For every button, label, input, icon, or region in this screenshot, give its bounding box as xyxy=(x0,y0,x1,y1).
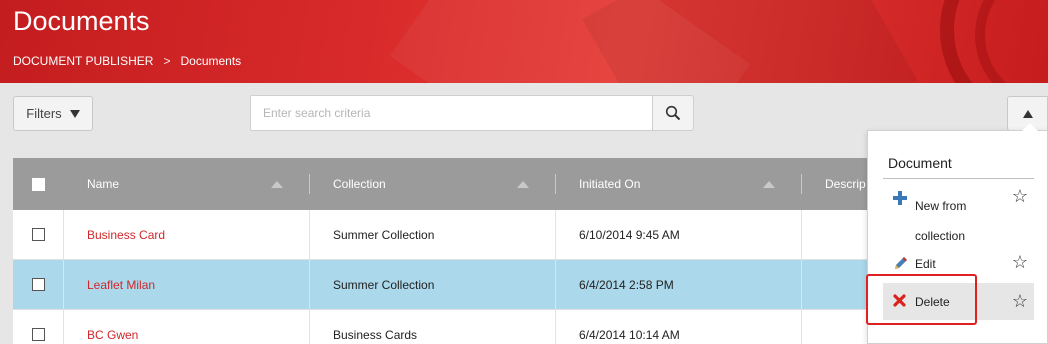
menu-item-delete[interactable]: Delete ☆ xyxy=(883,283,1034,320)
column-header-name[interactable]: Name xyxy=(64,158,310,210)
filters-button[interactable]: Filters xyxy=(13,96,93,131)
menu-caret xyxy=(1022,123,1038,131)
column-header-initiated-on[interactable]: Initiated On xyxy=(556,158,802,210)
select-all-checkbox[interactable] xyxy=(32,177,45,191)
breadcrumb-item-document-publisher[interactable]: DOCUMENT PUBLISHER xyxy=(13,54,153,68)
collection-cell: Summer Collection xyxy=(310,260,556,309)
star-icon[interactable]: ☆ xyxy=(1012,252,1028,272)
pencil-icon xyxy=(895,257,907,269)
x-icon xyxy=(893,294,906,307)
search-button[interactable] xyxy=(652,95,694,131)
sort-ascending-icon[interactable] xyxy=(763,181,775,188)
plus-icon xyxy=(893,191,907,205)
row-checkbox-cell xyxy=(13,260,64,309)
row-checkbox-cell xyxy=(13,210,64,259)
row-checkbox-cell xyxy=(13,310,64,344)
header-decoration xyxy=(582,0,918,83)
select-all-cell xyxy=(13,158,64,210)
menu-title: Document xyxy=(888,155,952,171)
header-swirl-decoration xyxy=(975,0,1048,83)
dropdown-arrow-icon xyxy=(69,109,80,118)
column-header-label: Initiated On xyxy=(579,177,641,191)
document-name-link[interactable]: Business Card xyxy=(64,210,310,259)
document-actions-menu: Document New from collection ☆ Edit ☆ De… xyxy=(867,123,1048,344)
document-name-link[interactable]: Leaflet Milan xyxy=(64,260,310,309)
sort-ascending-icon[interactable] xyxy=(271,181,283,188)
initiated-on-cell: 6/10/2014 9:45 AM xyxy=(556,210,802,259)
column-header-collection[interactable]: Collection xyxy=(310,158,556,210)
menu-item-label: New from collection xyxy=(915,199,967,243)
menu-item-edit[interactable]: Edit ☆ xyxy=(883,249,1034,279)
row-checkbox[interactable] xyxy=(31,278,45,291)
collection-cell: Summer Collection xyxy=(310,210,556,259)
menu-divider xyxy=(883,178,1034,179)
search-icon xyxy=(665,105,681,121)
column-header-label: Name xyxy=(87,177,120,191)
column-header-label: Descrip xyxy=(825,177,866,191)
breadcrumb: DOCUMENT PUBLISHER > Documents xyxy=(13,54,241,68)
collection-cell: Business Cards xyxy=(310,310,556,344)
menu-item-new-from-collection[interactable]: New from collection ☆ xyxy=(883,183,1034,243)
app-header: Documents DOCUMENT PUBLISHER > Documents xyxy=(0,0,1048,83)
caret-up-icon xyxy=(1022,109,1033,118)
search-input[interactable] xyxy=(250,95,653,131)
breadcrumb-item-documents[interactable]: Documents xyxy=(180,54,241,68)
breadcrumb-separator: > xyxy=(163,54,171,68)
menu-item-label: Delete xyxy=(915,295,950,309)
star-icon[interactable]: ☆ xyxy=(1012,291,1028,311)
initiated-on-cell: 6/4/2014 2:58 PM xyxy=(556,260,802,309)
row-checkbox[interactable] xyxy=(31,328,45,341)
initiated-on-cell: 6/4/2014 10:14 AM xyxy=(556,310,802,344)
page-title: Documents xyxy=(13,6,150,36)
filters-label: Filters xyxy=(26,106,62,121)
star-icon[interactable]: ☆ xyxy=(1012,186,1028,206)
row-checkbox[interactable] xyxy=(31,228,45,241)
menu-item-label: Edit xyxy=(915,257,936,271)
document-name-link[interactable]: BC Gwen xyxy=(64,310,310,344)
sort-ascending-icon[interactable] xyxy=(517,181,529,188)
column-header-label: Collection xyxy=(333,177,386,191)
